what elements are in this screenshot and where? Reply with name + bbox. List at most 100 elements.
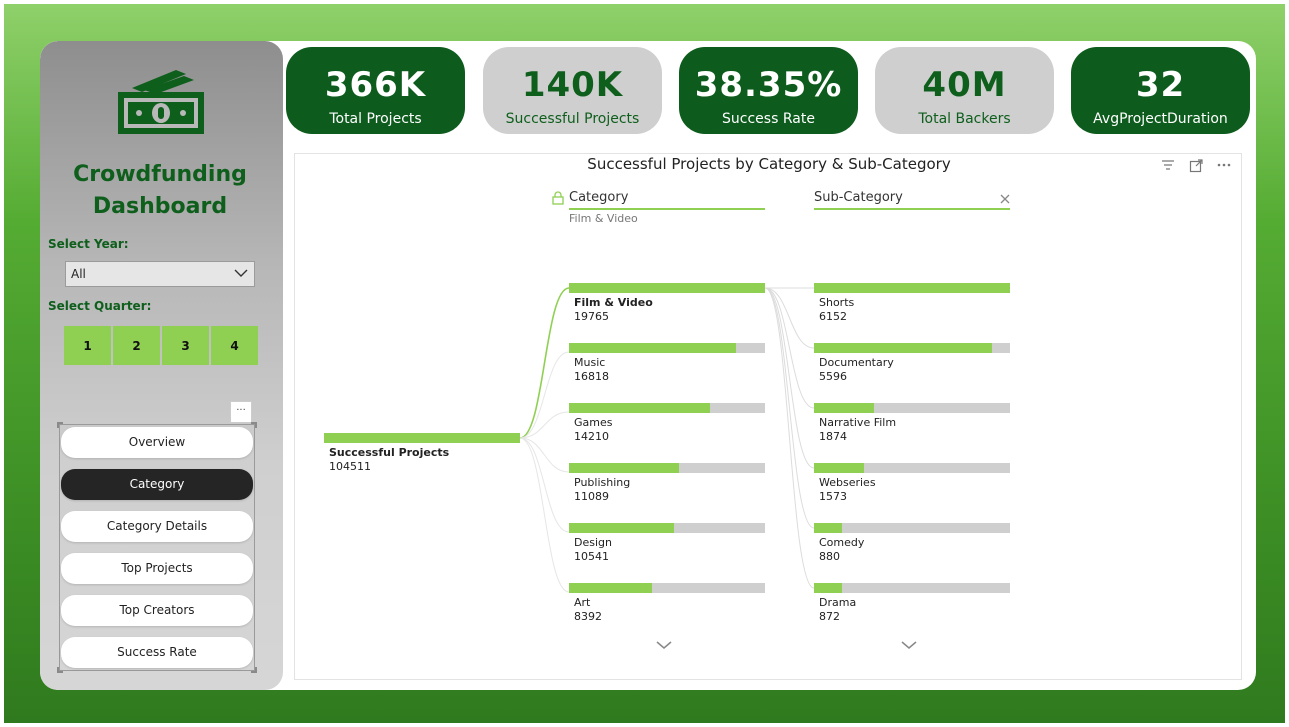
year-dropdown-value: All xyxy=(71,267,86,281)
nav-success-rate-button[interactable]: Success Rate xyxy=(61,637,253,668)
subcategory-node-label: Drama xyxy=(819,596,857,609)
root-bar[interactable] xyxy=(324,433,520,443)
subcategory-node-bar-fill xyxy=(814,463,865,473)
select-quarter-label: Select Quarter: xyxy=(48,299,152,313)
category-to-subcategory-link xyxy=(764,287,815,409)
report-canvas: Crowdfunding Dashboard Select Year: All … xyxy=(40,41,1256,690)
root-to-category-link xyxy=(519,411,570,439)
subcategory-node-value: 6152 xyxy=(819,310,847,323)
subcategory-node-bar-fill xyxy=(814,343,993,353)
category-to-subcategory-link xyxy=(764,287,815,529)
kpi-value: 38.35% xyxy=(694,65,843,105)
category-node-value: 10541 xyxy=(574,550,609,563)
category-node-bar[interactable] xyxy=(569,463,765,473)
sidebar: Crowdfunding Dashboard Select Year: All … xyxy=(40,41,283,690)
subcategory-node-value: 880 xyxy=(819,550,840,563)
nav-overview-button[interactable]: Overview xyxy=(61,427,253,458)
kpi-label: AvgProjectDuration xyxy=(1093,111,1228,127)
kpi-value: 40M xyxy=(922,65,1007,105)
root-to-category-link xyxy=(519,287,570,439)
category-to-subcategory-link xyxy=(764,287,815,589)
category-node-bar[interactable] xyxy=(569,523,765,533)
quarter-slicer: 1 2 3 4 xyxy=(64,326,258,365)
kpi-label: Successful Projects xyxy=(505,111,640,127)
chevron-down-icon xyxy=(234,269,248,277)
kpi-success-rate: 38.35% Success Rate xyxy=(679,47,858,134)
category-node-value: 16818 xyxy=(574,370,609,383)
category-node-bar-fill xyxy=(569,463,679,473)
category-node-bar-fill xyxy=(569,583,653,593)
category-node-label: Design xyxy=(574,536,612,549)
subcategory-node-value: 1573 xyxy=(819,490,847,503)
category-node-value: 8392 xyxy=(574,610,602,623)
category-node-bar-fill xyxy=(569,403,710,413)
category-node-bar[interactable] xyxy=(569,583,765,593)
category-node-bar[interactable] xyxy=(569,283,765,293)
quarter-button-4[interactable]: 4 xyxy=(211,326,258,365)
category-node-bar[interactable] xyxy=(569,343,765,353)
subcategory-node-bar[interactable] xyxy=(814,343,1010,353)
nav-top-creators-button[interactable]: Top Creators xyxy=(61,595,253,626)
kpi-successful-projects: 140K Successful Projects xyxy=(483,47,662,134)
navigator-selection-frame xyxy=(57,422,257,673)
kpi-value: 32 xyxy=(1135,65,1186,105)
subcategory-node-label: Shorts xyxy=(819,296,855,309)
resize-handle[interactable] xyxy=(251,422,257,428)
subcategory-node-bar[interactable] xyxy=(814,463,1010,473)
root-bar-fill xyxy=(324,433,520,443)
subcategory-node-value: 5596 xyxy=(819,370,847,383)
category-node-value: 11089 xyxy=(574,490,609,503)
quarter-button-3[interactable]: 3 xyxy=(162,326,209,365)
subcategory-node-label: Webseries xyxy=(819,476,876,489)
kpi-total-backers: 40M Total Backers xyxy=(875,47,1054,134)
quarter-button-2[interactable]: 2 xyxy=(113,326,160,365)
category-node-label: Art xyxy=(574,596,591,609)
scroll-down-chevron-icon[interactable] xyxy=(901,640,917,650)
subcategory-node-label: Narrative Film xyxy=(819,416,897,429)
kpi-value: 366K xyxy=(324,65,427,105)
tree-connectors xyxy=(519,287,815,593)
category-node-value: 19765 xyxy=(574,310,609,323)
category-node-bar[interactable] xyxy=(569,403,765,413)
category-node-bar-fill xyxy=(569,523,674,533)
subcategory-node-label: Documentary xyxy=(819,356,894,369)
resize-handle[interactable] xyxy=(251,667,257,673)
subcategory-node-label: Comedy xyxy=(819,536,865,549)
nav-category-button[interactable]: Category xyxy=(61,469,253,500)
category-node-bar-fill xyxy=(569,343,736,353)
subcategory-node-value: 1874 xyxy=(819,430,847,443)
subcategory-node-bar-fill xyxy=(814,523,843,533)
subcategory-node-bar-fill xyxy=(814,403,874,413)
select-year-label: Select Year: xyxy=(48,237,129,251)
root-label: Successful Projects xyxy=(329,446,450,459)
category-node-value: 14210 xyxy=(574,430,609,443)
subcategory-node-bar[interactable] xyxy=(814,283,1010,293)
nav-top-projects-button[interactable]: Top Projects xyxy=(61,553,253,584)
resize-handle[interactable] xyxy=(57,422,63,428)
app-title-line1: Crowdfunding xyxy=(73,162,247,187)
year-dropdown[interactable]: All xyxy=(65,261,255,287)
root-to-category-link xyxy=(519,437,570,593)
scroll-down-chevron-icon[interactable] xyxy=(656,640,672,650)
quarter-button-1[interactable]: 1 xyxy=(64,326,111,365)
category-node-bar-fill xyxy=(569,283,765,293)
subcategory-node-bar-fill xyxy=(814,283,1010,293)
decomposition-tree-visual: Successful Projects by Category & Sub-Ca… xyxy=(294,153,1242,680)
resize-handle[interactable] xyxy=(57,667,63,673)
subcategory-node-value: 872 xyxy=(819,610,840,623)
nav-category-details-button[interactable]: Category Details xyxy=(61,511,253,542)
kpi-total-projects: 366K Total Projects xyxy=(286,47,465,134)
category-node-label: Publishing xyxy=(574,476,631,489)
subcategory-node-bar-fill xyxy=(814,583,842,593)
category-node-label: Games xyxy=(574,416,613,429)
kpi-value: 140K xyxy=(521,65,624,105)
category-node-label: Film & Video xyxy=(574,296,653,309)
kpi-label: Total Projects xyxy=(329,111,422,127)
subcategory-node-bar[interactable] xyxy=(814,403,1010,413)
more-options-icon[interactable]: ··· xyxy=(230,401,252,423)
subcategory-node-bar[interactable] xyxy=(814,583,1010,593)
kpi-label: Total Backers xyxy=(918,111,1011,127)
root-value: 104511 xyxy=(329,460,371,473)
subcategory-node-bar[interactable] xyxy=(814,523,1010,533)
category-node-label: Music xyxy=(574,356,606,369)
